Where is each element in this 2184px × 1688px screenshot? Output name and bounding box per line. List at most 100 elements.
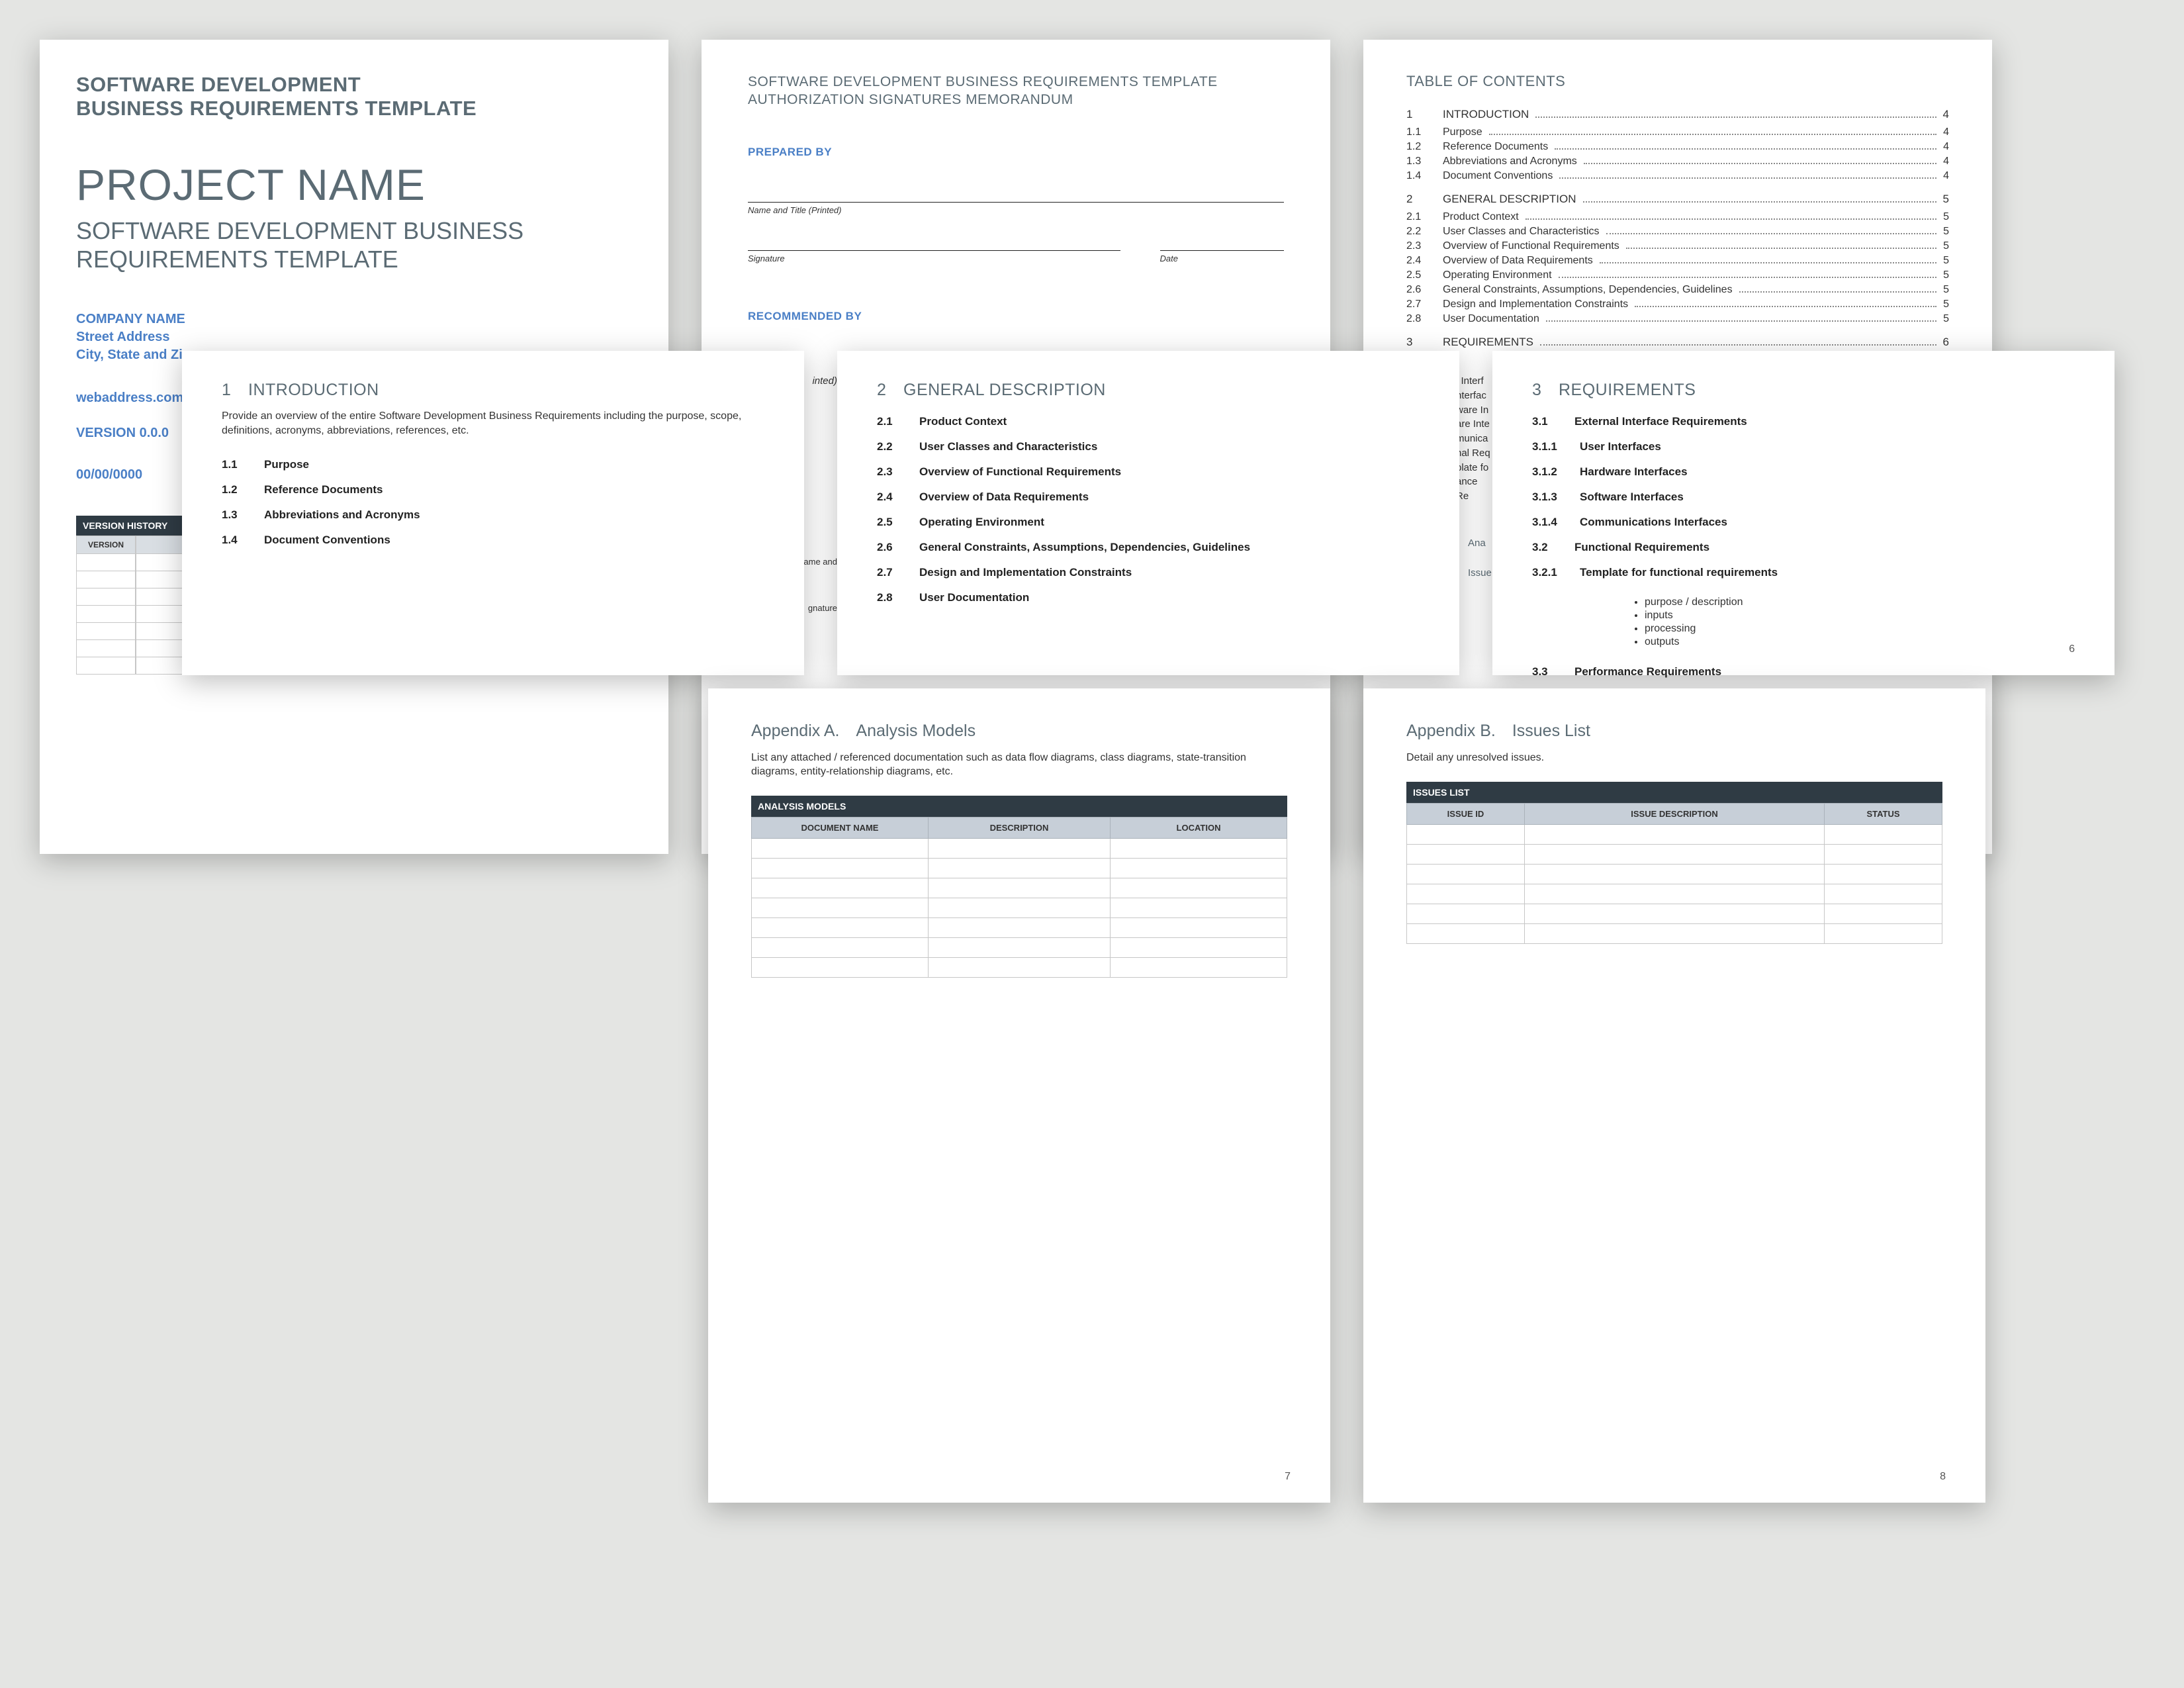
appA-col1: DOCUMENT NAME: [752, 817, 929, 838]
appB-header-row: ISSUE ID ISSUE DESCRIPTION STATUS: [1407, 803, 1942, 824]
toc-row: 1.4Document Conventions4: [1406, 169, 1949, 183]
peek-ana: Ana: [1468, 536, 1486, 551]
toc-row: 1.1Purpose4: [1406, 125, 1949, 140]
toc-row: 2.7Design and Implementation Constraints…: [1406, 297, 1949, 312]
intro-heading: 1INTRODUCTION: [222, 381, 764, 400]
subtitle-l1: SOFTWARE DEVELOPMENT BUSINESS: [76, 217, 523, 244]
sign-l1: SOFTWARE DEVELOPMENT BUSINESS REQUIREMEN…: [748, 74, 1218, 89]
section-item: 2.4Overview of Data Requirements: [877, 485, 1420, 510]
section-item: 2.3Overview of Functional Requirements: [877, 459, 1420, 485]
gen-heading: 2GENERAL DESCRIPTION: [877, 381, 1420, 400]
req-bullets: purpose / descriptioninputsprocessingout…: [1618, 596, 2075, 649]
section-item: 2.5Operating Environment: [877, 510, 1420, 535]
appA-header-row: DOCUMENT NAME DESCRIPTION LOCATION: [752, 817, 1287, 838]
req-bullet: outputs: [1645, 635, 2075, 649]
company-street: Street Address: [76, 328, 632, 346]
toc-row: 2.2User Classes and Characteristics5: [1406, 224, 1949, 239]
section-item: 1.4Document Conventions: [222, 528, 764, 553]
toc-row: 2.5Operating Environment5: [1406, 268, 1949, 283]
cover-header-l1: SOFTWARE DEVELOPMENT: [76, 73, 361, 96]
section-item: 2.6General Constraints, Assumptions, Dep…: [877, 535, 1420, 560]
appB-table-title: ISSUES LIST: [1406, 782, 1942, 803]
cover-header-l2: BUSINESS REQUIREMENTS TEMPLATE: [76, 97, 477, 120]
appA-table-title: ANALYSIS MODELS: [751, 796, 1287, 817]
name-title-caption: Name and Title (Printed): [748, 205, 1284, 215]
cover-header: SOFTWARE DEVELOPMENT BUSINESS REQUIREMEN…: [76, 73, 632, 120]
intro-num: 1: [222, 381, 248, 400]
company-name: COMPANY NAME: [76, 310, 632, 328]
appA-col3: LOCATION: [1111, 817, 1287, 838]
intro-items: 1.1Purpose1.2Reference Documents1.3Abbre…: [222, 452, 764, 553]
req-items: 3.1External Interface Requirements3.1.1U…: [1532, 409, 2075, 585]
appA-col2: DESCRIPTION: [928, 817, 1110, 838]
cover-subtitle: SOFTWARE DEVELOPMENT BUSINESS REQUIREMEN…: [76, 216, 632, 273]
peek-sig-a: inted): [804, 374, 837, 389]
toc-row: 2.4Overview of Data Requirements5: [1406, 254, 1949, 268]
gen-items: 2.1Product Context2.2User Classes and Ch…: [877, 409, 1420, 610]
section-item: 2.1Product Context: [877, 409, 1420, 434]
sign-l2: AUTHORIZATION SIGNATURES MEMORANDUM: [748, 92, 1073, 107]
req-bullet: inputs: [1645, 609, 2075, 622]
section-item: 2.2User Classes and Characteristics: [877, 434, 1420, 459]
req-bullet: purpose / description: [1645, 596, 2075, 609]
section-item: 3.2.1Template for functional requirement…: [1532, 560, 2075, 585]
intro-desc: Provide an overview of the entire Softwa…: [222, 409, 764, 438]
req-page: 3REQUIREMENTS 3.1External Interface Requ…: [1492, 351, 2115, 675]
appB-col1: ISSUE ID: [1407, 803, 1525, 824]
appendix-b-page: Appendix B. Issues List Detail any unres…: [1363, 688, 1985, 1503]
section-item: 3.2Functional Requirements: [1532, 535, 2075, 560]
section-item: 1.1Purpose: [222, 452, 764, 477]
section-item: 1.3Abbreviations and Acronyms: [222, 502, 764, 528]
appB-desc: Detail any unresolved issues.: [1406, 751, 1942, 765]
toc-row: 3REQUIREMENTS6: [1406, 334, 1949, 350]
section-item: 3.1.2Hardware Interfaces: [1532, 459, 2075, 485]
subtitle-l2: REQUIREMENTS TEMPLATE: [76, 246, 398, 273]
section-item: 3.1.3Software Interfaces: [1532, 485, 2075, 510]
recommended-by-label: RECOMMENDED BY: [748, 310, 1284, 323]
toc-row: 2GENERAL DESCRIPTION5: [1406, 191, 1949, 207]
sig-line: [748, 202, 1284, 203]
toc-row: 1.3Abbreviations and Acronyms4: [1406, 154, 1949, 169]
appendix-a-page: Appendix A. Analysis Models List any att…: [708, 688, 1330, 1503]
req-num: 3: [1532, 381, 1559, 400]
req-last-n: 3.3: [1532, 665, 1574, 679]
sig-name-block: Name and Title (Printed): [748, 202, 1284, 215]
general-page: 2GENERAL DESCRIPTION 2.1Product Context2…: [837, 351, 1459, 675]
toc-row: 2.6General Constraints, Assumptions, Dep…: [1406, 283, 1949, 297]
toc-row: 2.3Overview of Functional Requirements5: [1406, 239, 1949, 254]
req-bullet: processing: [1645, 622, 2075, 635]
toc-row: 1INTRODUCTION4: [1406, 107, 1949, 122]
toc-title: TABLE OF CONTENTS: [1406, 73, 1949, 90]
appB-table: ISSUE ID ISSUE DESCRIPTION STATUS: [1406, 803, 1942, 944]
toc-row: 2.8User Documentation5: [1406, 312, 1949, 326]
date-caption: Date: [1160, 254, 1285, 263]
section-item: 3.1.1User Interfaces: [1532, 434, 2075, 459]
gen-num: 2: [877, 381, 903, 400]
sig-sign-date: Signature Date: [748, 248, 1284, 263]
section-item: 2.8User Documentation: [877, 585, 1420, 610]
peek-req-lines: l Interf nterfac ware In are Inte munica…: [1456, 374, 1492, 504]
signature-caption: Signature: [748, 254, 1120, 263]
toc-row: 2.1Product Context5: [1406, 210, 1949, 224]
intro-page: 1INTRODUCTION Provide an overview of the…: [182, 351, 804, 675]
appA-table: DOCUMENT NAME DESCRIPTION LOCATION: [751, 817, 1287, 978]
sign-title: SOFTWARE DEVELOPMENT BUSINESS REQUIREMEN…: [748, 73, 1284, 109]
page-number-8: 8: [1940, 1471, 1946, 1483]
appB-col2: ISSUE DESCRIPTION: [1524, 803, 1824, 824]
section-item: 3.1.4Communications Interfaces: [1532, 510, 2075, 535]
req-title: REQUIREMENTS: [1559, 381, 1696, 399]
section-item: 2.7Design and Implementation Constraints: [877, 560, 1420, 585]
toc-body: 1INTRODUCTION4 1.1Purpose41.2Reference Do…: [1406, 107, 1949, 350]
section-item: 1.2Reference Documents: [222, 477, 764, 502]
appB-heading: Appendix B. Issues List: [1406, 722, 1942, 741]
req-last-t: Performance Requirements: [1574, 665, 1721, 679]
req-last: 3.3 Performance Requirements: [1532, 659, 2075, 684]
appA-heading: Appendix A. Analysis Models: [751, 722, 1287, 741]
appB-col3: STATUS: [1825, 803, 1942, 824]
page-number-6: 6: [2069, 643, 2075, 655]
section-item: 3.1External Interface Requirements: [1532, 409, 2075, 434]
gen-title: GENERAL DESCRIPTION: [903, 381, 1106, 399]
req-heading: 3REQUIREMENTS: [1532, 381, 2075, 400]
toc-row: 1.2Reference Documents4: [1406, 140, 1949, 154]
appA-desc: List any attached / referenced documenta…: [751, 751, 1287, 779]
